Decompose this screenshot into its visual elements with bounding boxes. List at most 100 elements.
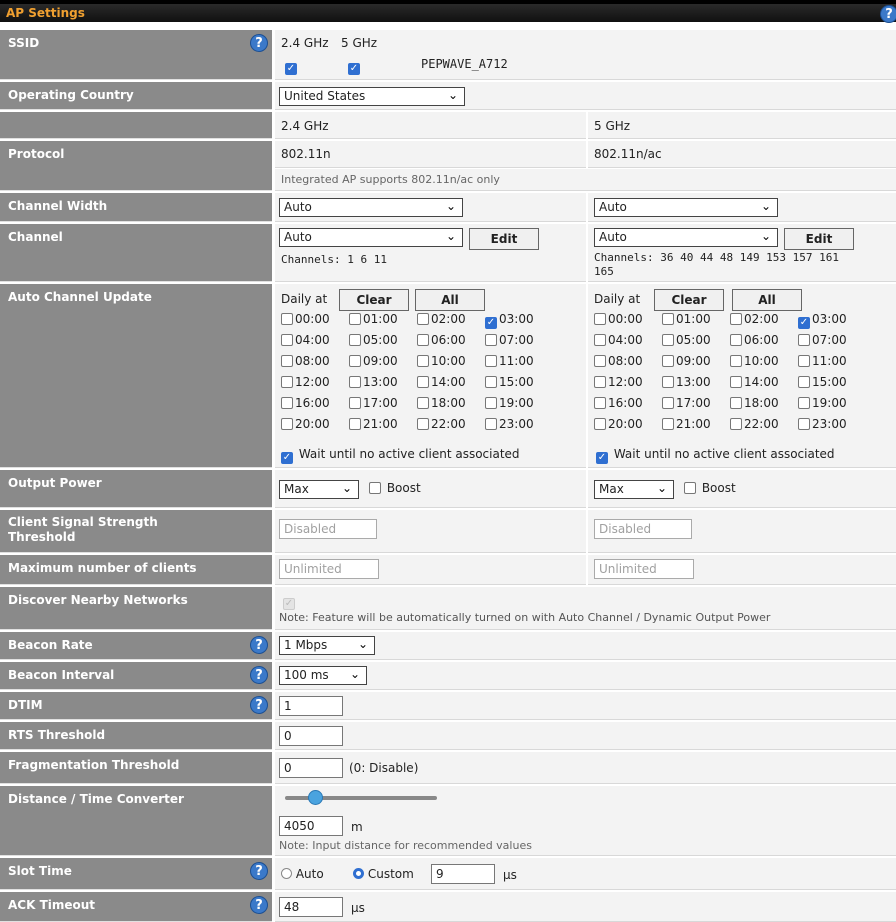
band-24-hour-checkbox[interactable] — [349, 418, 361, 430]
wait-5-checkbox[interactable]: ✓ — [596, 452, 608, 464]
all-5-button[interactable]: All — [732, 289, 802, 311]
ack-help-icon[interactable]: ? — [250, 896, 268, 914]
channel-5-select[interactable]: Auto ⌄ — [594, 228, 778, 247]
band-5-hour-checkbox[interactable] — [662, 355, 674, 367]
band-5-hour-checkbox[interactable] — [662, 313, 674, 325]
hour-option[interactable]: ✓ 03:00 — [798, 312, 866, 329]
hour-option[interactable]: 02:00 — [730, 312, 798, 326]
band-5-hour-checkbox[interactable] — [662, 334, 674, 346]
wait-5[interactable]: ✓ Wait until no active client associated — [596, 447, 835, 464]
hour-option[interactable]: 15:00 — [798, 375, 866, 389]
hour-option[interactable]: 17:00 — [349, 396, 417, 410]
hour-option[interactable]: 07:00 — [798, 333, 866, 347]
ack-input[interactable]: 48 — [279, 897, 343, 917]
band-5-hour-checkbox[interactable] — [730, 313, 742, 325]
hour-option[interactable]: 18:00 — [730, 396, 798, 410]
wait-24[interactable]: ✓ Wait until no active client associated — [281, 447, 520, 464]
hour-option[interactable]: 20:00 — [594, 417, 662, 431]
band-24-hour-checkbox[interactable] — [349, 376, 361, 388]
band-5-hour-checkbox[interactable] — [730, 376, 742, 388]
max-clients-5-input[interactable]: Unlimited — [594, 559, 694, 579]
hour-option[interactable]: 14:00 — [730, 375, 798, 389]
band-24-hour-checkbox[interactable] — [281, 418, 293, 430]
hour-option[interactable]: 02:00 — [417, 312, 485, 326]
band-24-hour-checkbox[interactable]: ✓ — [485, 317, 497, 329]
dtim-input[interactable]: 1 — [279, 696, 343, 716]
band-5-hour-checkbox[interactable] — [730, 355, 742, 367]
ssid-5-checkbox[interactable]: ✓ — [348, 63, 360, 75]
band-5-hour-checkbox[interactable] — [798, 376, 810, 388]
slot-time-help-icon[interactable]: ? — [250, 862, 268, 880]
band-5-hour-checkbox[interactable] — [662, 418, 674, 430]
band-5-hour-checkbox[interactable] — [730, 334, 742, 346]
band-5-hour-checkbox[interactable] — [594, 418, 606, 430]
boost-5-checkbox[interactable] — [684, 482, 696, 494]
hour-option[interactable]: 12:00 — [594, 375, 662, 389]
hour-option[interactable]: 04:00 — [594, 333, 662, 347]
hour-option[interactable]: 06:00 — [417, 333, 485, 347]
hour-option[interactable]: 00:00 — [281, 312, 349, 326]
hour-option[interactable]: 13:00 — [349, 375, 417, 389]
output-power-5-select[interactable]: Max ⌄ — [594, 480, 674, 499]
hour-option[interactable]: 17:00 — [662, 396, 730, 410]
band-24-hour-checkbox[interactable] — [417, 418, 429, 430]
beacon-rate-help-icon[interactable]: ? — [250, 636, 268, 654]
all-24-button[interactable]: All — [415, 289, 485, 311]
hour-option[interactable]: 22:00 — [417, 417, 485, 431]
hour-option[interactable]: 09:00 — [662, 354, 730, 368]
wait-24-checkbox[interactable]: ✓ — [281, 452, 293, 464]
band-24-hour-checkbox[interactable] — [485, 355, 497, 367]
band-24-hour-checkbox[interactable] — [281, 355, 293, 367]
band-24-hour-checkbox[interactable] — [417, 313, 429, 325]
hour-option[interactable]: ✓ 03:00 — [485, 312, 553, 329]
channel-width-24-select[interactable]: Auto ⌄ — [279, 198, 463, 217]
discover-checkbox[interactable]: ✓ — [283, 598, 295, 610]
band-5-hour-checkbox[interactable] — [662, 397, 674, 409]
band-5-hour-checkbox[interactable] — [798, 334, 810, 346]
rts-input[interactable]: 0 — [279, 726, 343, 746]
slot-time-input[interactable]: 9 — [431, 864, 495, 884]
band-5-hour-checkbox[interactable] — [594, 334, 606, 346]
hour-option[interactable]: 15:00 — [485, 375, 553, 389]
beacon-rate-select[interactable]: 1 Mbps ⌄ — [279, 636, 375, 655]
band-24-hour-checkbox[interactable] — [349, 355, 361, 367]
hour-option[interactable]: 01:00 — [662, 312, 730, 326]
band-24-hour-checkbox[interactable] — [485, 376, 497, 388]
dtim-help-icon[interactable]: ? — [250, 696, 268, 714]
hour-option[interactable]: 23:00 — [485, 417, 553, 431]
frag-input[interactable]: 0 — [279, 758, 343, 778]
band-24-hour-checkbox[interactable] — [485, 397, 497, 409]
hour-option[interactable]: 16:00 — [594, 396, 662, 410]
band-5-hour-checkbox[interactable] — [594, 313, 606, 325]
band-24-hour-checkbox[interactable] — [417, 334, 429, 346]
band-5-hour-checkbox[interactable] — [594, 355, 606, 367]
ssid-help-icon[interactable]: ? — [250, 34, 268, 52]
output-power-24-select[interactable]: Max ⌄ — [279, 480, 359, 499]
clear-5-button[interactable]: Clear — [654, 289, 724, 311]
hour-option[interactable]: 10:00 — [417, 354, 485, 368]
band-24-hour-checkbox[interactable] — [485, 334, 497, 346]
hour-option[interactable]: 16:00 — [281, 396, 349, 410]
band-24-hour-checkbox[interactable] — [281, 397, 293, 409]
band-24-hour-checkbox[interactable] — [349, 313, 361, 325]
hour-option[interactable]: 13:00 — [662, 375, 730, 389]
hour-option[interactable]: 12:00 — [281, 375, 349, 389]
channel-24-edit-button[interactable]: Edit — [469, 228, 539, 250]
hour-option[interactable]: 01:00 — [349, 312, 417, 326]
ssid-24-checkbox[interactable]: ✓ — [285, 63, 297, 75]
beacon-interval-select[interactable]: 100 ms ⌄ — [279, 666, 367, 685]
country-select[interactable]: United States ⌄ — [279, 87, 465, 106]
hour-option[interactable]: 19:00 — [485, 396, 553, 410]
band-5-hour-checkbox[interactable] — [798, 418, 810, 430]
distance-input[interactable]: 4050 — [279, 816, 343, 836]
band-24-hour-checkbox[interactable] — [417, 355, 429, 367]
hour-option[interactable]: 08:00 — [594, 354, 662, 368]
client-signal-24-input[interactable]: Disabled — [279, 519, 377, 539]
band-5-hour-checkbox[interactable] — [730, 397, 742, 409]
hour-option[interactable]: 23:00 — [798, 417, 866, 431]
clear-24-button[interactable]: Clear — [339, 289, 409, 311]
channel-width-5-select[interactable]: Auto ⌄ — [594, 198, 778, 217]
help-icon[interactable]: ? — [880, 5, 896, 23]
hour-option[interactable]: 05:00 — [662, 333, 730, 347]
band-24-hour-checkbox[interactable] — [349, 334, 361, 346]
